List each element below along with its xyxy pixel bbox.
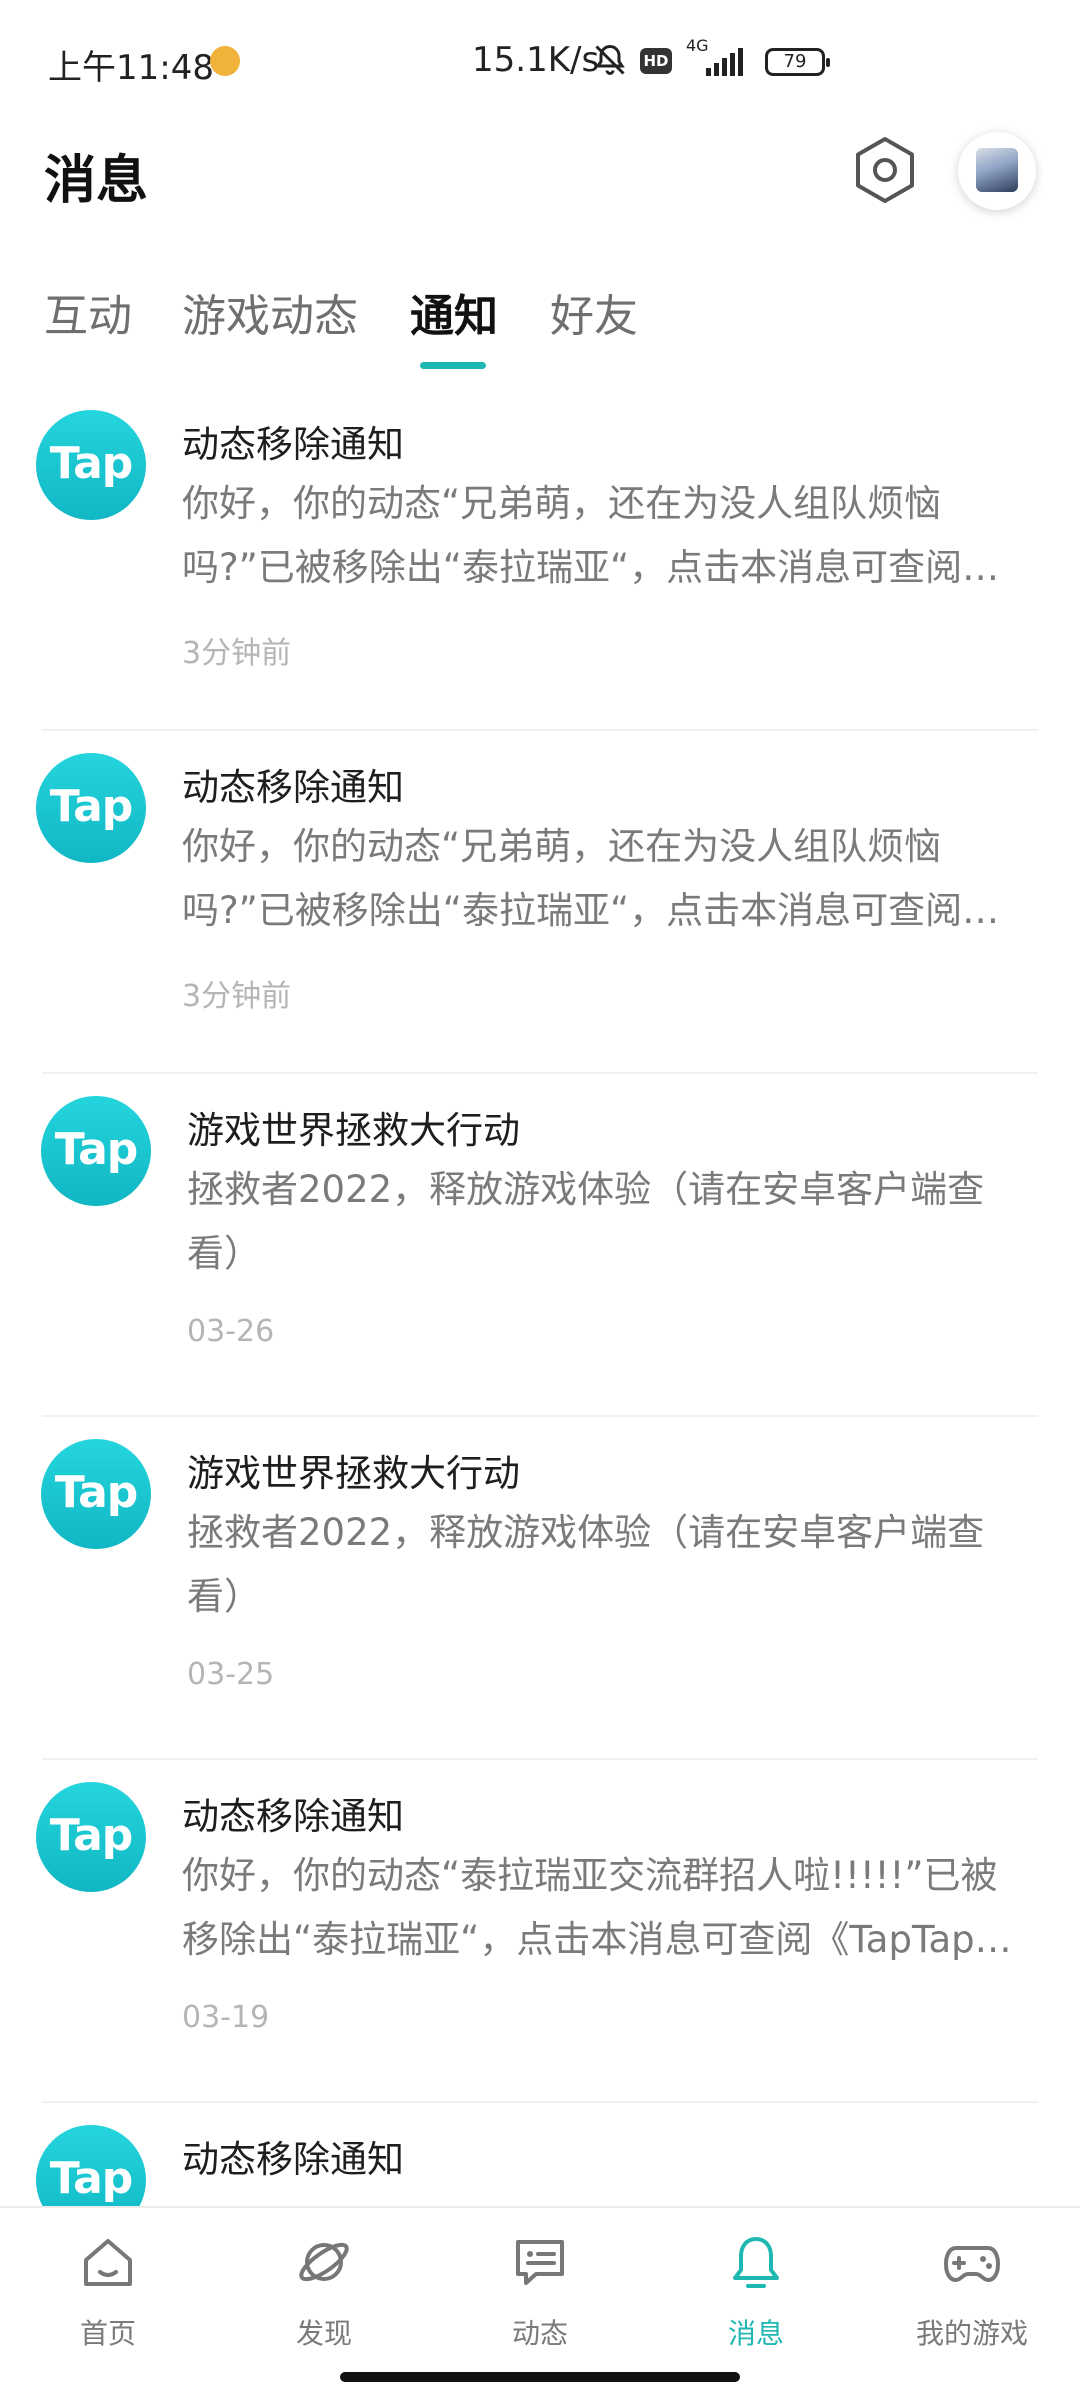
- notification-body: 你好，你的动态“兄弟萌，还在为没人组队烦恼吗?”已被移除出“泰拉瑞亚“，点击本消…: [182, 482, 963, 589]
- notification-title: 动态移除通知: [182, 1795, 404, 1838]
- gamepad-icon: [944, 2246, 1000, 2282]
- notification-time: 3分钟前: [182, 636, 292, 671]
- nav-label: 首页: [79, 2317, 136, 2350]
- taptap-logo-icon: Tap: [36, 753, 146, 863]
- nav-messages[interactable]: 消息: [648, 2208, 864, 2358]
- list-item[interactable]: Tap 游戏世界拯救大行动 拯救者2022，释放游戏体验（请在安卓客户端查看） …: [0, 1417, 1080, 1760]
- status-bar: 上午11:48 15.1K/s HD 4G 79: [0, 0, 1080, 120]
- notification-title: 动态移除通知: [182, 423, 404, 466]
- nav-label: 我的游戏: [915, 2317, 1028, 2350]
- network-speed: 15.1K/s: [472, 40, 600, 80]
- nav-label: 动态: [511, 2317, 568, 2350]
- notification-title: 游戏世界拯救大行动: [187, 1109, 520, 1152]
- battery-icon: 79: [765, 48, 830, 76]
- notification-body: 你好，你的动态“泰拉瑞亚交流群招人啦!!!!!”已被移除出“泰拉瑞亚“，点击本消…: [182, 1854, 1012, 1961]
- tab-interaction[interactable]: 互动: [44, 280, 132, 344]
- notification-title: 游戏世界拯救大行动: [187, 1452, 520, 1495]
- hd-badge: HD: [640, 48, 672, 74]
- avatar-image: [976, 148, 1018, 192]
- nav-label: 消息: [727, 2317, 784, 2350]
- notification-body: 你好，你的动态“兄弟萌，还在为没人组队烦恼吗?”已被移除出“泰拉瑞亚“，点击本消…: [182, 825, 963, 932]
- tab-friends[interactable]: 好友: [550, 280, 638, 344]
- notification-title: 动态移除通知: [182, 766, 404, 809]
- notification-body: 拯救者2022，释放游戏体验（请在安卓客户端查看）: [187, 1168, 985, 1275]
- notification-time: 3分钟前: [182, 979, 292, 1014]
- notification-title: 动态移除通知: [182, 2138, 404, 2181]
- avatar[interactable]: [958, 132, 1036, 210]
- nav-my-games[interactable]: 我的游戏: [864, 2208, 1080, 2358]
- nav-home[interactable]: 首页: [0, 2208, 216, 2358]
- nav-feed[interactable]: 动态: [432, 2208, 648, 2358]
- taptap-logo-icon: Tap: [36, 410, 146, 520]
- signal-icon: [706, 48, 743, 76]
- notification-emoji-icon: [210, 46, 240, 76]
- list-item[interactable]: Tap 游戏世界拯救大行动 拯救者2022，释放游戏体验（请在安卓客户端查看） …: [0, 1074, 1080, 1417]
- notification-time: 03-26: [187, 1314, 275, 1349]
- taptap-logo-icon: Tap: [36, 2125, 146, 2206]
- page-title: 消息: [44, 151, 149, 211]
- taptap-logo-icon: Tap: [36, 1782, 146, 1892]
- home-icon: [84, 2239, 132, 2286]
- bell-icon: [733, 2237, 779, 2288]
- list-item[interactable]: Tap 动态移除通知 你好，你的动态“兄弟萌，还在为没人组队烦恼吗?”已被移除出…: [0, 731, 1080, 1074]
- tab-bar: 互动 游戏动态 通知 好友: [0, 280, 1080, 370]
- notification-list: Tap 动态移除通知 你好，你的动态“兄弟萌，还在为没人组队烦恼吗?”已被移除出…: [0, 388, 1080, 2206]
- list-item[interactable]: Tap 动态移除通知: [0, 2103, 1080, 2206]
- taptap-logo-icon: Tap: [41, 1096, 151, 1206]
- active-tab-indicator: [420, 362, 486, 369]
- tab-game-updates[interactable]: 游戏动态: [182, 280, 358, 344]
- list-item[interactable]: Tap 动态移除通知 你好，你的动态“泰拉瑞亚交流群招人啦!!!!!”已被移除出…: [0, 1760, 1080, 2103]
- nav-label: 发现: [295, 2317, 352, 2350]
- planet-icon: [299, 2242, 349, 2282]
- bell-muted-icon: [595, 44, 625, 75]
- bottom-nav: 首页 发现 动态 消息 我的游戏: [0, 2206, 1080, 2358]
- tab-notifications[interactable]: 通知: [410, 280, 498, 344]
- list-item[interactable]: Tap 动态移除通知 你好，你的动态“兄弟萌，还在为没人组队烦恼吗?”已被移除出…: [0, 388, 1080, 731]
- taptap-logo-icon: Tap: [41, 1439, 151, 1549]
- home-indicator[interactable]: [340, 2372, 740, 2382]
- notification-body: 拯救者2022，释放游戏体验（请在安卓客户端查看）: [187, 1511, 985, 1618]
- notification-time: 03-25: [187, 1657, 275, 1692]
- nav-discover[interactable]: 发现: [216, 2208, 432, 2358]
- chat-bubble-icon: [516, 2240, 564, 2285]
- status-time: 上午11:48: [48, 48, 214, 88]
- settings-icon[interactable]: [850, 135, 920, 205]
- notification-time: 03-19: [182, 2000, 270, 2035]
